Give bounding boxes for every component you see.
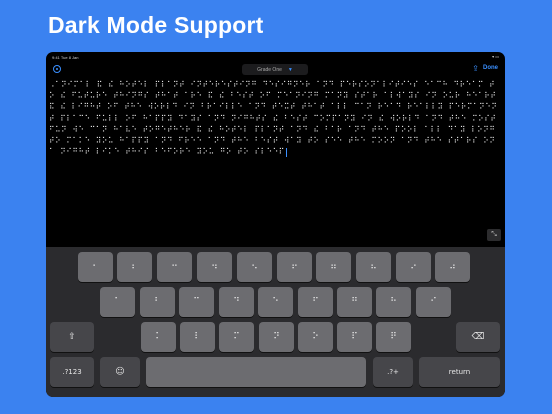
key[interactable]: ⠊ [416,287,451,317]
key[interactable]: ⠑ [258,287,293,317]
key[interactable]: ⠔ [396,252,431,282]
key[interactable]: ⠂ [78,252,113,282]
key[interactable]: ⠆ [117,252,152,282]
key[interactable]: ⠢ [237,252,272,282]
braille-text-editor[interactable]: ⠠⠁⠝⠊⠍⠁⠇ ⠯ ⠮ ⠓⠕⠞⠑⠇ ⠏⠇⠁⠝⠞ ⠊⠝⠞⠑⠗⠑⠎⠞⠊⠝⠛ ⠙⠑⠎⠊… [49,79,501,247]
page-headline: Dark Mode Support [48,12,264,38]
key[interactable]: ⠍ [219,322,254,352]
emoji-key[interactable]: ☺ [100,357,140,387]
delete-key[interactable]: ⌫ [456,322,500,352]
key[interactable]: ⠙ [219,287,254,317]
share-icon[interactable]: ⇪ [472,64,479,73]
key[interactable]: ⠟ [376,322,411,352]
text-cursor [285,147,287,157]
key[interactable]: ⠴ [435,252,470,282]
space-key[interactable] [146,357,366,387]
key[interactable]: ⠲ [197,252,232,282]
editor-text: ⠠⠁⠝⠊⠍⠁⠇ ⠯ ⠮ ⠓⠕⠞⠑⠇ ⠏⠇⠁⠝⠞ ⠊⠝⠞⠑⠗⠑⠎⠞⠊⠝⠛ ⠙⠑⠎⠊… [49,80,502,157]
shift-key[interactable]: ⇧ [50,322,94,352]
grade-label: Grade One [257,66,282,73]
key[interactable]: ⠁ [100,287,135,317]
status-icons: ▾ ▭ [492,54,499,59]
key[interactable]: ⠃ [140,287,175,317]
status-bar: 9:41 Tue 8 Jan ▾ ▭ [46,52,505,62]
key[interactable]: ⠒ [157,252,192,282]
numbers-key[interactable]: .?123 [50,357,94,387]
ipad-screen: 9:41 Tue 8 Jan ▾ ▭ Grade One ▼ ⇪ Done ⠠⠁… [46,52,505,397]
key[interactable]: ⠅ [141,322,176,352]
key[interactable]: ⠛ [337,287,372,317]
navigation-bar: Grade One ▼ ⇪ Done [46,62,505,78]
key[interactable]: ⠓ [376,287,411,317]
key[interactable]: ⠖ [277,252,312,282]
chevron-down-icon: ▼ [287,66,293,73]
key[interactable]: ⠕ [298,322,333,352]
grade-selector[interactable]: Grade One ▼ [242,64,308,75]
return-key[interactable]: return [419,357,500,387]
settings-icon[interactable] [53,65,61,73]
key[interactable]: ⠶ [316,252,351,282]
key[interactable]: ⠋ [298,287,333,317]
done-button[interactable]: Done [483,65,498,71]
dismiss-keyboard-icon[interactable]: ⤡ [487,229,501,241]
key[interactable]: ⠝ [259,322,294,352]
key[interactable]: ⠇ [180,322,215,352]
alt-key[interactable]: .?+ [373,357,413,387]
key[interactable]: ⠦ [356,252,391,282]
key[interactable]: ⠉ [179,287,214,317]
key[interactable]: ⠏ [337,322,372,352]
braille-keyboard: ⠂ ⠆ ⠒ ⠲ ⠢ ⠖ ⠶ ⠦ ⠔ ⠴ ⠁ ⠃ ⠉ ⠙ ⠑ ⠋ ⠛ ⠓ ⠊ ⇧ … [46,247,505,397]
status-time: 9:41 Tue 8 Jan [52,55,79,60]
